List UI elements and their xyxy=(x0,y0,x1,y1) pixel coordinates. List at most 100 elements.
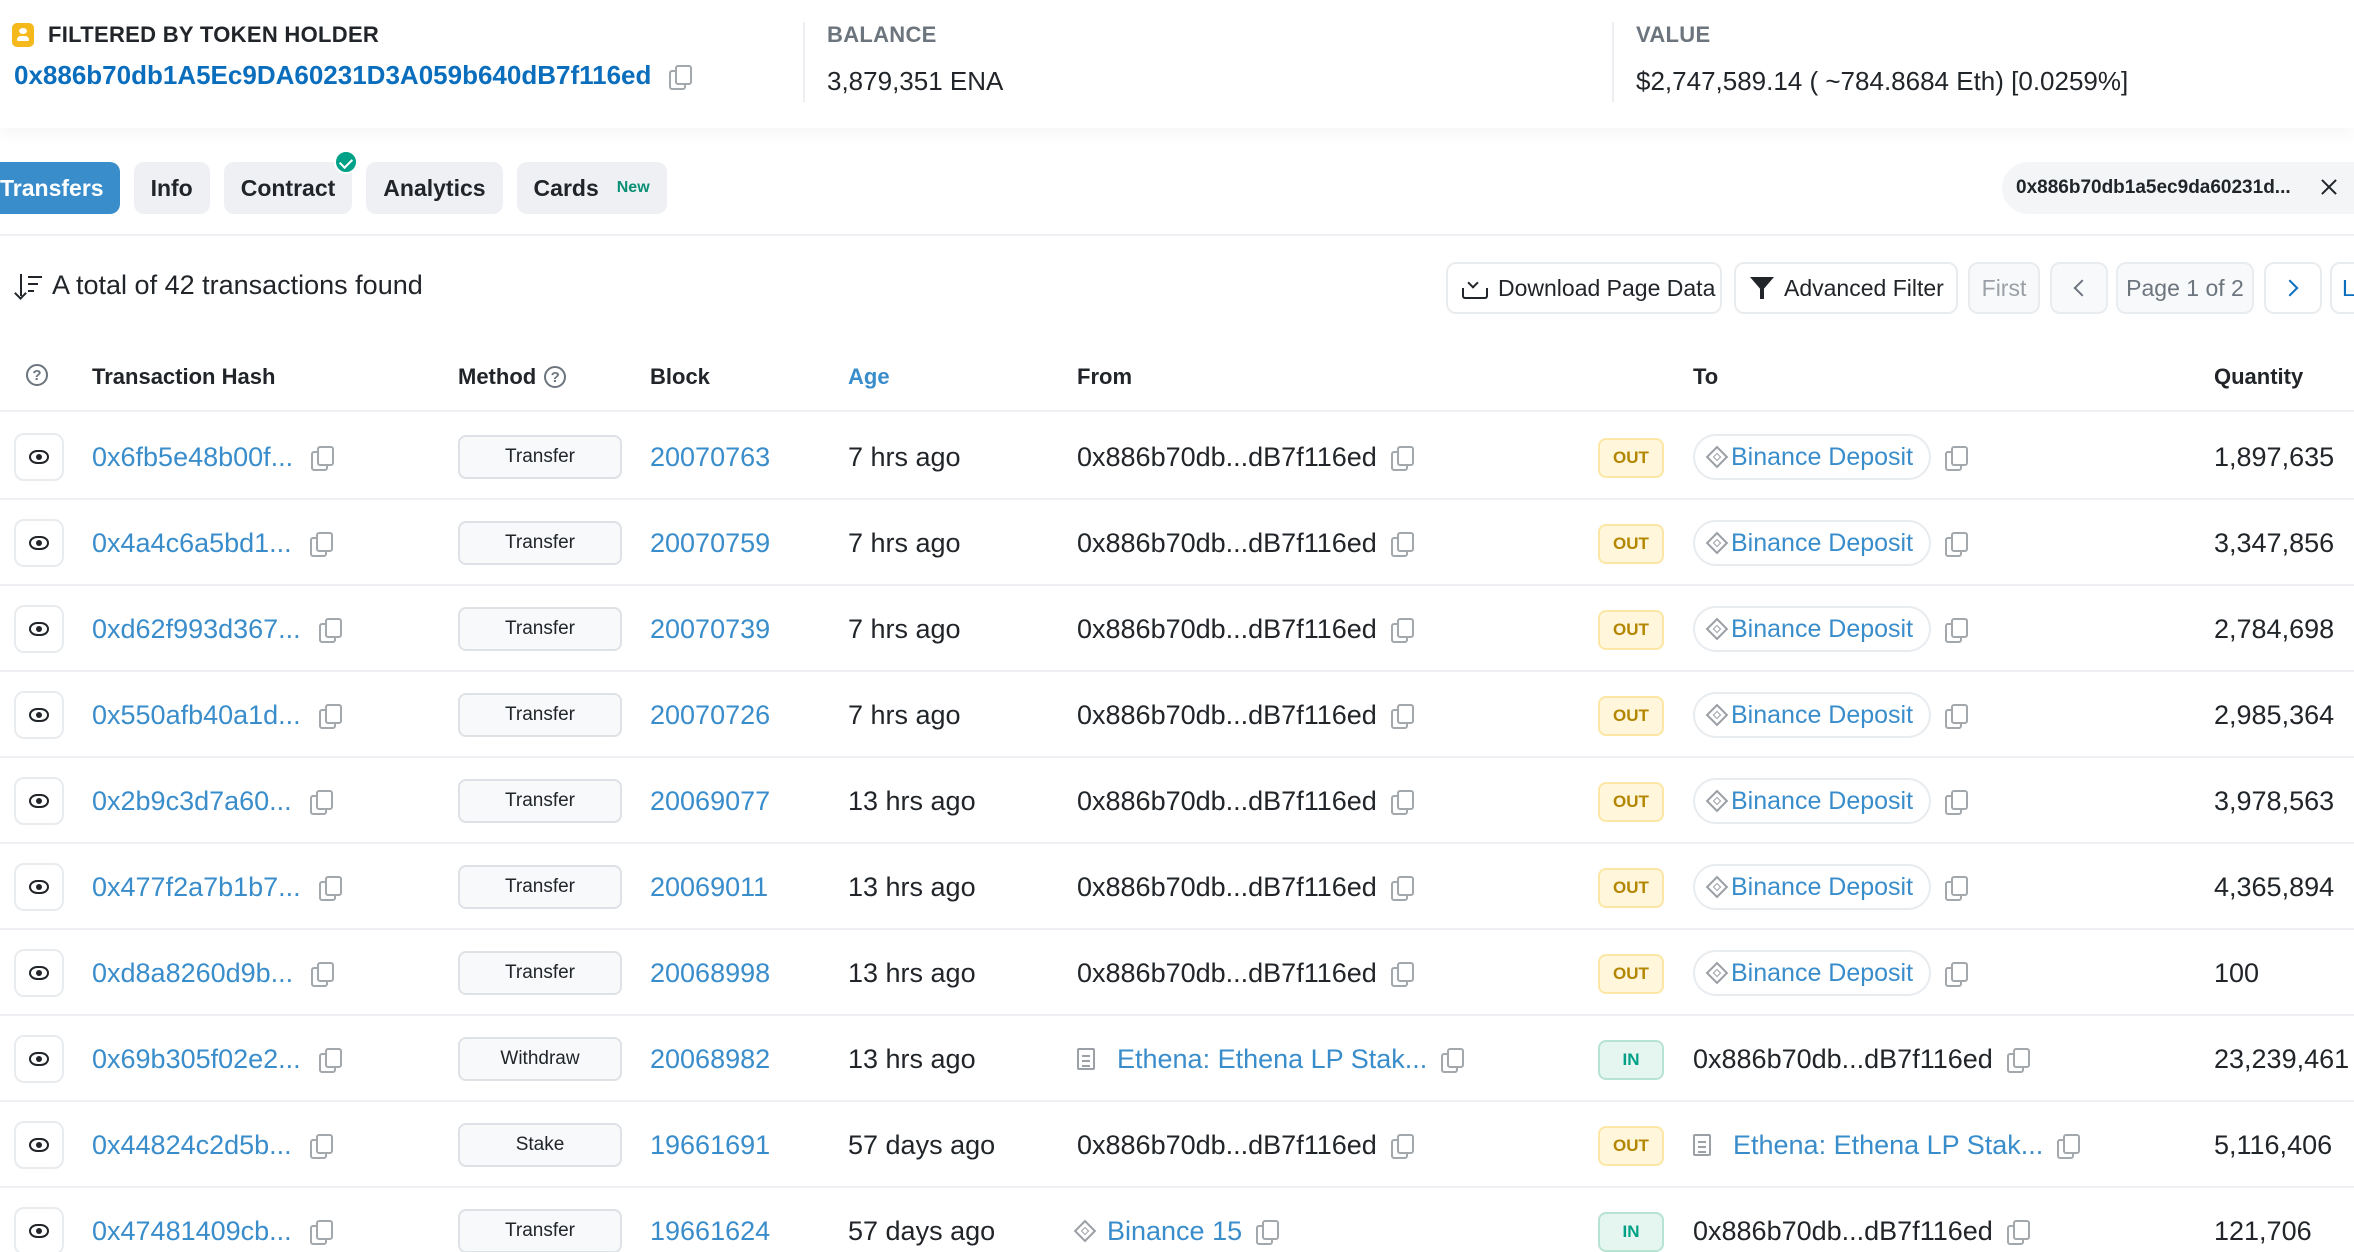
from-address[interactable]: 0x886b70db...dB7f116ed xyxy=(1077,528,1377,559)
close-icon[interactable] xyxy=(2316,174,2342,200)
copy-icon[interactable] xyxy=(1945,876,1969,901)
block-link[interactable]: 20069011 xyxy=(650,844,768,930)
copy-icon[interactable] xyxy=(1390,532,1414,557)
block-link[interactable]: 20068982 xyxy=(650,1016,770,1102)
next-page-button[interactable] xyxy=(2264,262,2322,314)
sort-icon[interactable] xyxy=(14,272,42,300)
copy-icon[interactable] xyxy=(309,1220,333,1245)
tx-hash-link[interactable]: 0xd62f993d367... xyxy=(92,614,301,645)
block-link[interactable]: 20068998 xyxy=(650,930,770,1016)
copy-icon[interactable] xyxy=(1441,1048,1465,1073)
previous-page-button[interactable] xyxy=(2050,262,2108,314)
exchange-icon xyxy=(1705,961,1729,985)
copy-icon[interactable] xyxy=(1390,618,1414,643)
copy-icon[interactable] xyxy=(309,790,333,815)
copy-icon[interactable] xyxy=(318,876,342,901)
copy-icon[interactable] xyxy=(318,618,342,643)
copy-icon[interactable] xyxy=(1945,532,1969,557)
column-header-age[interactable]: Age xyxy=(848,364,890,390)
to-address[interactable]: 0x886b70db...dB7f116ed xyxy=(1693,1044,1993,1075)
copy-icon[interactable] xyxy=(1945,618,1969,643)
tab-transfers[interactable]: Transfers xyxy=(0,162,120,214)
copy-icon[interactable] xyxy=(309,532,333,557)
view-details-button[interactable] xyxy=(14,863,64,911)
block-link[interactable]: 20070759 xyxy=(650,500,770,586)
last-page-button[interactable]: L xyxy=(2330,262,2354,314)
to-address-pill[interactable]: Binance Deposit xyxy=(1693,864,1932,910)
from-address[interactable]: 0x886b70db...dB7f116ed xyxy=(1077,442,1377,473)
view-details-button[interactable] xyxy=(14,1207,64,1252)
tx-hash-link[interactable]: 0x69b305f02e2... xyxy=(92,1044,301,1075)
copy-icon[interactable] xyxy=(1390,876,1414,901)
view-details-button[interactable] xyxy=(14,1121,64,1169)
holder-address-link[interactable]: 0x886b70db1A5Ec9DA60231D3A059b640dB7f116… xyxy=(14,60,651,91)
copy-icon[interactable] xyxy=(2057,1134,2081,1159)
block-link[interactable]: 19661624 xyxy=(650,1188,770,1252)
copy-icon[interactable] xyxy=(1945,962,1969,987)
to-address[interactable]: 0x886b70db...dB7f116ed xyxy=(1693,1216,1993,1247)
copy-icon[interactable] xyxy=(318,704,342,729)
from-address[interactable]: 0x886b70db...dB7f116ed xyxy=(1077,872,1377,903)
help-icon[interactable]: ? xyxy=(544,366,567,388)
from-address[interactable]: 0x886b70db...dB7f116ed xyxy=(1077,786,1377,817)
from-address[interactable]: 0x886b70db...dB7f116ed xyxy=(1077,958,1377,989)
advanced-filter-button[interactable]: Advanced Filter xyxy=(1734,262,1958,314)
view-details-button[interactable] xyxy=(14,691,64,739)
block-link[interactable]: 20069077 xyxy=(650,758,770,844)
tx-hash-link[interactable]: 0x477f2a7b1b7... xyxy=(92,872,301,903)
tab-contract[interactable]: Contract xyxy=(223,150,359,214)
to-address-pill[interactable]: Binance Deposit xyxy=(1693,778,1932,824)
copy-icon[interactable] xyxy=(1390,446,1414,471)
tx-hash-link[interactable]: 0x4a4c6a5bd1... xyxy=(92,528,292,559)
block-link[interactable]: 20070763 xyxy=(650,414,770,500)
download-page-data-button[interactable]: Download Page Data xyxy=(1446,262,1722,314)
copy-icon[interactable] xyxy=(311,962,335,987)
from-address[interactable]: Ethena: Ethena LP Stak... xyxy=(1117,1044,1427,1075)
first-page-button[interactable]: First xyxy=(1968,262,2040,314)
copy-icon[interactable] xyxy=(1390,1134,1414,1159)
copy-icon[interactable] xyxy=(1390,704,1414,729)
copy-icon[interactable] xyxy=(1945,704,1969,729)
from-address[interactable]: 0x886b70db...dB7f116ed xyxy=(1077,614,1377,645)
block-link[interactable]: 20070739 xyxy=(650,586,770,672)
from-address[interactable]: 0x886b70db...dB7f116ed xyxy=(1077,1130,1377,1161)
tx-hash-link[interactable]: 0x47481409cb... xyxy=(92,1216,292,1247)
tab-cards[interactable]: Cards New xyxy=(516,162,667,214)
tx-hash-link[interactable]: 0x6fb5e48b00f... xyxy=(92,442,293,473)
copy-icon[interactable] xyxy=(669,64,693,90)
view-details-button[interactable] xyxy=(14,433,64,481)
view-details-button[interactable] xyxy=(14,949,64,997)
to-address-pill[interactable]: Binance Deposit xyxy=(1693,692,1932,738)
block-link[interactable]: 20070726 xyxy=(650,672,770,758)
to-address[interactable]: Ethena: Ethena LP Stak... xyxy=(1733,1130,2043,1161)
tx-hash-link[interactable]: 0x44824c2d5b... xyxy=(92,1130,292,1161)
from-address[interactable]: 0x886b70db...dB7f116ed xyxy=(1077,700,1377,731)
info-column-header[interactable]: ? xyxy=(26,364,48,386)
tab-analytics[interactable]: Analytics xyxy=(366,162,503,214)
copy-icon[interactable] xyxy=(1945,790,1969,815)
copy-icon[interactable] xyxy=(1945,446,1969,471)
to-address-pill[interactable]: Binance Deposit xyxy=(1693,520,1932,566)
copy-icon[interactable] xyxy=(309,1134,333,1159)
copy-icon[interactable] xyxy=(318,1048,342,1073)
view-details-button[interactable] xyxy=(14,777,64,825)
tx-hash-link[interactable]: 0x550afb40a1d... xyxy=(92,700,301,731)
view-details-button[interactable] xyxy=(14,1035,64,1083)
copy-icon[interactable] xyxy=(311,446,335,471)
copy-icon[interactable] xyxy=(1390,962,1414,987)
tx-hash-link[interactable]: 0xd8a8260d9b... xyxy=(92,958,293,989)
help-icon[interactable]: ? xyxy=(26,364,48,386)
from-address[interactable]: Binance 15 xyxy=(1107,1216,1242,1247)
to-address-pill[interactable]: Binance Deposit xyxy=(1693,434,1932,480)
block-link[interactable]: 19661691 xyxy=(650,1102,770,1188)
copy-icon[interactable] xyxy=(1256,1220,1280,1245)
view-details-button[interactable] xyxy=(14,605,64,653)
copy-icon[interactable] xyxy=(2006,1220,2030,1245)
to-address-pill[interactable]: Binance Deposit xyxy=(1693,606,1932,652)
tx-hash-link[interactable]: 0x2b9c3d7a60... xyxy=(92,786,292,817)
tab-info[interactable]: Info xyxy=(133,162,210,214)
view-details-button[interactable] xyxy=(14,519,64,567)
to-address-pill[interactable]: Binance Deposit xyxy=(1693,950,1932,996)
copy-icon[interactable] xyxy=(2006,1048,2030,1073)
copy-icon[interactable] xyxy=(1390,790,1414,815)
